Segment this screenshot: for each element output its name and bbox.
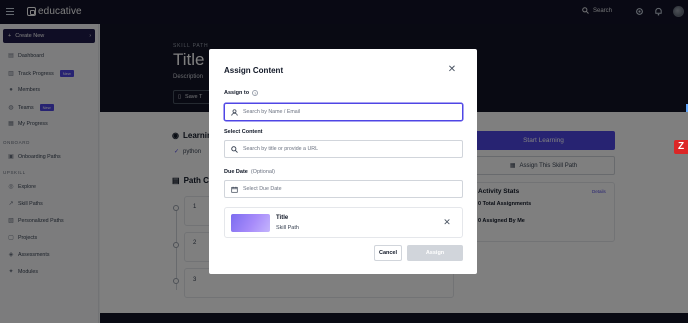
calendar-icon <box>231 186 238 193</box>
due-date-label-text: Due Date <box>224 169 248 175</box>
assign-to-label: Assign to ? <box>224 90 259 96</box>
cancel-button[interactable]: Cancel <box>374 245 402 261</box>
select-content-input[interactable] <box>243 146 443 152</box>
user-icon <box>231 108 238 116</box>
assign-button[interactable]: Assign <box>407 245 463 261</box>
remove-content-close-icon[interactable]: ✕ <box>442 217 452 227</box>
close-icon[interactable]: ✕ <box>447 65 457 75</box>
content-title: Title <box>276 215 289 221</box>
assign-content-modal: Assign Content ✕ Assign to ? Select Cont… <box>209 49 477 274</box>
content-type: Skill Path <box>276 225 299 231</box>
assign-to-input[interactable] <box>243 109 443 115</box>
due-date-label: Due Date (Optional) <box>224 169 275 175</box>
due-date-field[interactable] <box>224 180 463 198</box>
content-thumbnail <box>231 214 270 232</box>
optional-label: (Optional) <box>250 169 275 175</box>
assign-to-label-text: Assign to <box>224 90 250 96</box>
assign-to-field[interactable] <box>224 103 463 121</box>
modal-title: Assign Content <box>224 66 284 75</box>
select-content-field[interactable] <box>224 140 463 158</box>
due-date-input[interactable] <box>243 186 443 192</box>
selected-content-card: Title Skill Path ✕ <box>224 207 463 238</box>
zendesk-widget-icon[interactable]: Z <box>674 140 688 154</box>
search-icon <box>231 145 238 153</box>
help-icon[interactable]: ? <box>252 90 259 96</box>
select-content-label: Select Content <box>224 129 263 135</box>
